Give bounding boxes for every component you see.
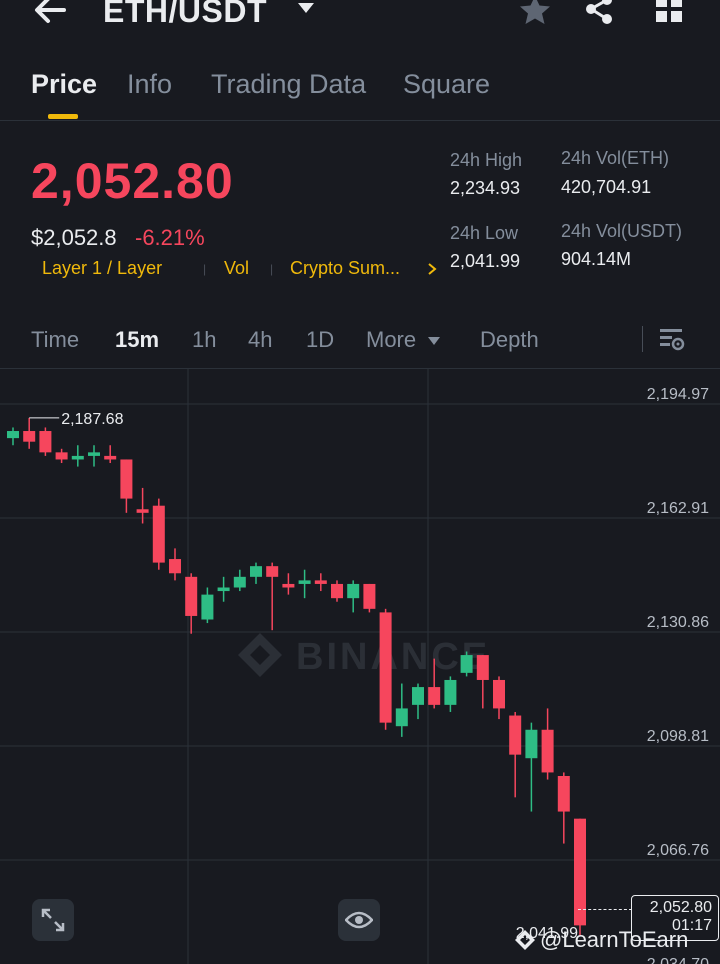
candle-body	[71, 455, 84, 460]
tag-crypto-sum[interactable]: Crypto Sum...	[290, 258, 400, 279]
tab-square[interactable]: Square	[403, 69, 490, 100]
candle-body	[266, 566, 279, 577]
candle-body	[217, 587, 230, 592]
timeframe-15m[interactable]: 15m	[115, 327, 159, 353]
timeframe-more[interactable]: More	[366, 327, 416, 353]
chart-settings-icon[interactable]	[659, 326, 685, 357]
timeframe-4h[interactable]: 4h	[248, 327, 272, 353]
candle-body	[201, 594, 214, 620]
candle-body	[120, 459, 133, 499]
stat-24h-low-label: 24h Low	[450, 223, 519, 243]
eye-icon	[345, 911, 373, 929]
candle-body	[444, 679, 457, 705]
candle-body	[298, 580, 311, 584]
stat-24h-vol-eth-label: 24h Vol(ETH)	[561, 148, 670, 168]
candle-body	[23, 431, 36, 442]
grid-menu-icon[interactable]	[654, 0, 684, 29]
tag-vol[interactable]: Vol	[224, 258, 249, 279]
tag-separator: |	[203, 262, 207, 276]
chevron-right-icon[interactable]	[427, 262, 437, 281]
toolbar-separator	[642, 326, 643, 352]
candle-body	[412, 687, 424, 705]
timeframe-depth[interactable]: Depth	[480, 327, 539, 353]
candle-body	[39, 431, 52, 453]
candle-body	[282, 583, 295, 588]
pair-dropdown-icon[interactable]	[296, 1, 316, 20]
stat-24h-vol-usdt-value: 904.14M	[561, 249, 632, 269]
candle-body	[509, 715, 522, 755]
tabs-divider	[0, 120, 720, 121]
stat-24h-high-value: 2,234.93	[450, 178, 521, 198]
stat-24h-vol-eth-value: 420,704.91	[561, 177, 652, 197]
pair-title[interactable]: ETH/USDT	[103, 0, 267, 30]
candlestick-chart[interactable]: BINANCE 2,194.972,162.912,130.862,098.81…	[0, 369, 720, 964]
caret-down-icon[interactable]	[427, 333, 441, 351]
last-price-tag-value: 2,052.80	[649, 899, 712, 916]
high-marker-label: 2,187.68	[61, 411, 123, 428]
price-change-percent: -6.21%	[135, 225, 205, 250]
candle-body	[525, 729, 538, 759]
candle-body	[169, 559, 181, 574]
timeframe-1h[interactable]: 1h	[192, 327, 216, 353]
candle-body	[104, 455, 117, 460]
stat-24h-vol-usdt-label: 24h Vol(USDT)	[561, 221, 683, 241]
y-axis-tick-label: 2,098.81	[647, 728, 709, 745]
candle-body	[314, 580, 327, 584]
candle-body	[55, 452, 68, 460]
y-axis-tick-label: 2,066.76	[647, 842, 709, 859]
candle-body	[395, 708, 408, 727]
usd-price: $2,052.8	[31, 225, 117, 250]
candle-body	[7, 431, 19, 439]
y-axis-tick-label: 2,034.70	[647, 956, 709, 964]
candle-body	[331, 583, 343, 599]
active-tab-indicator	[48, 114, 78, 119]
candle-body	[428, 687, 441, 705]
candle-body	[233, 576, 246, 588]
back-button[interactable]	[30, 0, 70, 28]
timeframe-time[interactable]: Time	[31, 327, 79, 353]
candle-body	[541, 729, 554, 773]
visibility-button[interactable]	[338, 899, 380, 941]
candle-body	[460, 655, 473, 673]
favorite-star-icon[interactable]	[518, 0, 552, 31]
last-price: 2,052.80	[31, 153, 234, 209]
candle-body	[476, 655, 489, 680]
fullscreen-button[interactable]	[32, 899, 74, 941]
tab-info[interactable]: Info	[127, 69, 172, 100]
user-watermark: @LearnToEarn	[540, 927, 689, 952]
share-icon[interactable]	[582, 0, 616, 31]
stat-24h-high-label: 24h High	[450, 150, 523, 170]
candle-body	[152, 505, 165, 563]
expand-icon	[41, 908, 65, 932]
tag-layer[interactable]: Layer 1 / Layer	[42, 258, 162, 279]
candle-body	[379, 612, 392, 723]
candle-body	[136, 509, 149, 513]
candle-body	[347, 583, 360, 599]
timeframe-1d[interactable]: 1D	[306, 327, 334, 353]
arrow-left-icon	[35, 0, 66, 23]
y-axis-tick-label: 2,162.91	[647, 500, 709, 517]
watermark-logo-icon	[514, 929, 536, 956]
candle-body	[185, 576, 198, 616]
last-price-dashed-line	[578, 909, 632, 910]
binance-watermark-logo	[238, 633, 282, 677]
y-axis-tick-label: 2,194.97	[647, 386, 709, 403]
candle-body	[250, 566, 262, 577]
tag-separator: |	[270, 262, 274, 276]
stat-24h-low-value: 2,041.99	[450, 251, 521, 271]
candle-body	[557, 775, 570, 812]
tab-trading-data[interactable]: Trading Data	[211, 69, 366, 100]
y-axis-tick-label: 2,130.86	[647, 614, 709, 631]
candle-body	[88, 452, 100, 456]
candle-body	[363, 583, 376, 609]
tab-price[interactable]: Price	[31, 69, 97, 100]
candle-body	[493, 679, 505, 709]
